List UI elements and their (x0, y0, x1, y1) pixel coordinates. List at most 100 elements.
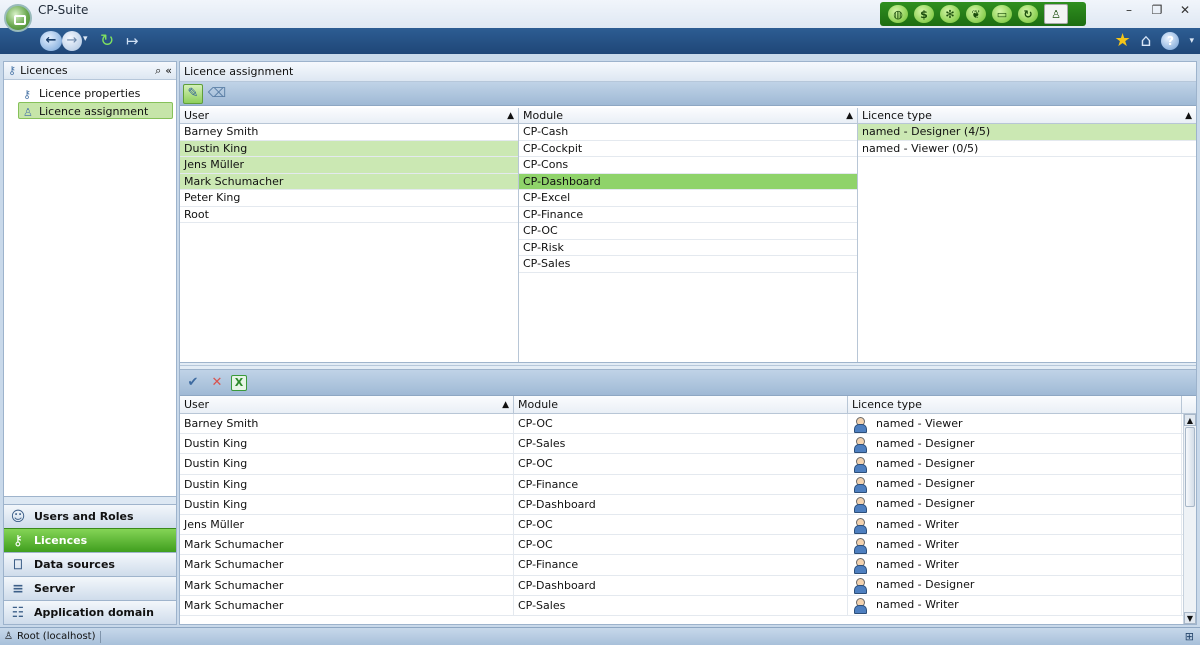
list-item[interactable]: Barney Smith (180, 124, 518, 141)
exit-icon[interactable]: ↦ (126, 31, 139, 51)
table-row[interactable]: Jens Müller CP-OC named - Writer (180, 514, 1196, 536)
sort-ascending-icon[interactable]: ▲ (1185, 108, 1192, 124)
cell-licence-label: named - Designer (876, 436, 975, 450)
cell-licence-label: named - Writer (876, 598, 959, 612)
tree-item-licence-properties[interactable]: ⚷ Licence properties (18, 84, 173, 101)
leaf-icon[interactable]: ❦ (966, 5, 986, 23)
help-icon[interactable]: ? (1161, 32, 1180, 50)
collapse-icon[interactable]: « (165, 64, 172, 77)
table-row[interactable]: Barney Smith CP-OC named - Viewer (180, 414, 1196, 435)
sort-ascending-icon[interactable]: ▲ (507, 108, 514, 124)
table-row[interactable]: Dustin King CP-Sales named - Designer (180, 434, 1196, 455)
minimize-button[interactable]: – (1120, 3, 1138, 17)
list-item[interactable]: Dustin King (180, 140, 518, 157)
list-item[interactable]: Jens Müller (180, 157, 518, 174)
table-row[interactable]: Mark Schumacher CP-Finance named - Write… (180, 555, 1196, 576)
cell-licence-type: named - Writer (848, 514, 1182, 535)
hand-money-icon[interactable]: $ (914, 5, 934, 23)
restore-button[interactable]: ❐ (1148, 3, 1166, 17)
licence-assignment-icon: ♙ (23, 106, 33, 119)
scroll-up-icon[interactable]: ▲ (1184, 414, 1196, 426)
table-row[interactable]: Dustin King CP-OC named - Designer (180, 454, 1196, 475)
list-item[interactable]: CP-Cons (519, 157, 857, 174)
eraser-icon[interactable]: ⌫ (207, 84, 227, 104)
help-dropdown-icon[interactable]: ▾ (1189, 36, 1194, 46)
list-item[interactable]: CP-OC (519, 223, 857, 240)
globe-icon[interactable]: ◍ (888, 5, 908, 23)
list-item[interactable]: named - Designer (4/5) (858, 124, 1196, 141)
left-panel-title: Licences (20, 64, 68, 77)
edit-pencil-icon[interactable]: ✎ (183, 83, 203, 104)
cell-licence-label: named - Writer (876, 537, 959, 551)
app-title: CP-Suite (38, 3, 89, 17)
column-header-module[interactable]: Module (514, 396, 848, 413)
table-row[interactable]: Dustin King CP-Finance named - Designer (180, 474, 1196, 495)
module-list-header[interactable]: Module ▲ (519, 108, 857, 124)
refresh-circle-icon[interactable]: ↻ (1018, 5, 1038, 23)
user-licence-icon (852, 476, 868, 494)
database-icon: ⎕ (13, 556, 23, 573)
licence-type-list-header[interactable]: Licence type ▲ (858, 108, 1196, 124)
cell-user: Dustin King (180, 494, 514, 514)
user-list-header[interactable]: User ▲ (180, 108, 518, 124)
pane-splitter[interactable] (180, 362, 1196, 370)
layout-toggle-icon[interactable]: ⊞ (1185, 630, 1194, 643)
table-row[interactable]: Mark Schumacher CP-OC named - Writer (180, 535, 1196, 556)
history-dropdown-icon[interactable]: ▾ (83, 34, 88, 44)
cell-user: Barney Smith (180, 414, 514, 434)
nav-group-users-and-roles[interactable]: ☺ Users and Roles (4, 504, 176, 528)
list-item[interactable]: CP-Cash (519, 124, 857, 141)
delete-icon[interactable]: ✕ (207, 373, 227, 393)
forward-icon[interactable]: → (62, 31, 82, 51)
list-item[interactable]: named - Viewer (0/5) (858, 141, 1196, 157)
column-header-label: User (184, 398, 210, 411)
user-status-icon: ♙ (4, 631, 13, 642)
grid-vertical-scrollbar[interactable]: ▲ ▼ (1183, 414, 1196, 624)
tree-item-licence-assignment[interactable]: ♙ Licence assignment (18, 102, 173, 119)
banknote-icon[interactable]: ▭ (992, 5, 1012, 23)
search-icon[interactable]: ⌕ (155, 64, 161, 78)
home-icon[interactable]: ⌂ (1141, 31, 1152, 51)
user-licence-icon (852, 456, 868, 473)
list-item[interactable]: CP-Excel (519, 190, 857, 207)
excel-export-icon[interactable]: X (231, 374, 247, 391)
list-item[interactable]: Root (180, 207, 518, 223)
nav-group-licences[interactable]: ⚷ Licences (4, 528, 176, 552)
table-row[interactable]: Mark Schumacher CP-Dashboard named - Des… (180, 575, 1196, 596)
favorites-star-icon[interactable]: ★ (1115, 31, 1131, 51)
column-header-user[interactable]: User ▲ (180, 396, 514, 413)
user-list: User ▲ Barney Smith Dustin King Jens Mül… (180, 108, 519, 362)
bug-icon[interactable]: ✻ (940, 5, 960, 23)
admin-icon[interactable]: ♙ (1044, 4, 1068, 24)
nav-group-data-sources[interactable]: ⎕ Data sources (4, 552, 176, 576)
list-item[interactable]: Mark Schumacher (180, 173, 518, 190)
splitter-grip[interactable] (4, 496, 176, 504)
back-icon[interactable]: ← (40, 31, 62, 51)
cell-module: CP-Finance (514, 474, 848, 494)
nav-group-label: Licences (34, 534, 88, 547)
table-row[interactable]: Dustin King CP-Dashboard named - Designe… (180, 494, 1196, 515)
list-item[interactable]: Peter King (180, 190, 518, 207)
app-menu-orb-icon[interactable] (4, 4, 32, 32)
nav-group-application-domain[interactable]: ☷ Application domain (4, 600, 176, 624)
nav-group-label: Application domain (34, 606, 154, 619)
list-item[interactable]: CP-Finance (519, 207, 857, 223)
refresh-icon[interactable]: ↻ (100, 31, 114, 51)
network-icon: ☷ (11, 604, 25, 621)
sort-ascending-icon[interactable]: ▲ (502, 396, 509, 414)
save-assignment-icon[interactable]: ✔ (183, 373, 203, 393)
scroll-down-icon[interactable]: ▼ (1184, 612, 1196, 624)
cell-user: Jens Müller (180, 514, 514, 535)
table-row[interactable]: Mark Schumacher CP-Sales named - Writer (180, 595, 1196, 616)
list-item[interactable]: CP-Cockpit (519, 141, 857, 157)
close-button[interactable]: ✕ (1176, 3, 1194, 17)
sort-ascending-icon[interactable]: ▲ (846, 108, 853, 124)
scroll-thumb[interactable] (1185, 427, 1195, 507)
nav-group-server[interactable]: ≡ Server (4, 576, 176, 600)
cell-module: CP-Dashboard (514, 494, 848, 514)
cell-licence-type: named - Designer (848, 494, 1182, 514)
list-item[interactable]: CP-Risk (519, 240, 857, 256)
list-item[interactable]: CP-Sales (519, 256, 857, 273)
list-item[interactable]: CP-Dashboard (519, 173, 857, 190)
column-header-licence-type[interactable]: Licence type (848, 396, 1182, 413)
